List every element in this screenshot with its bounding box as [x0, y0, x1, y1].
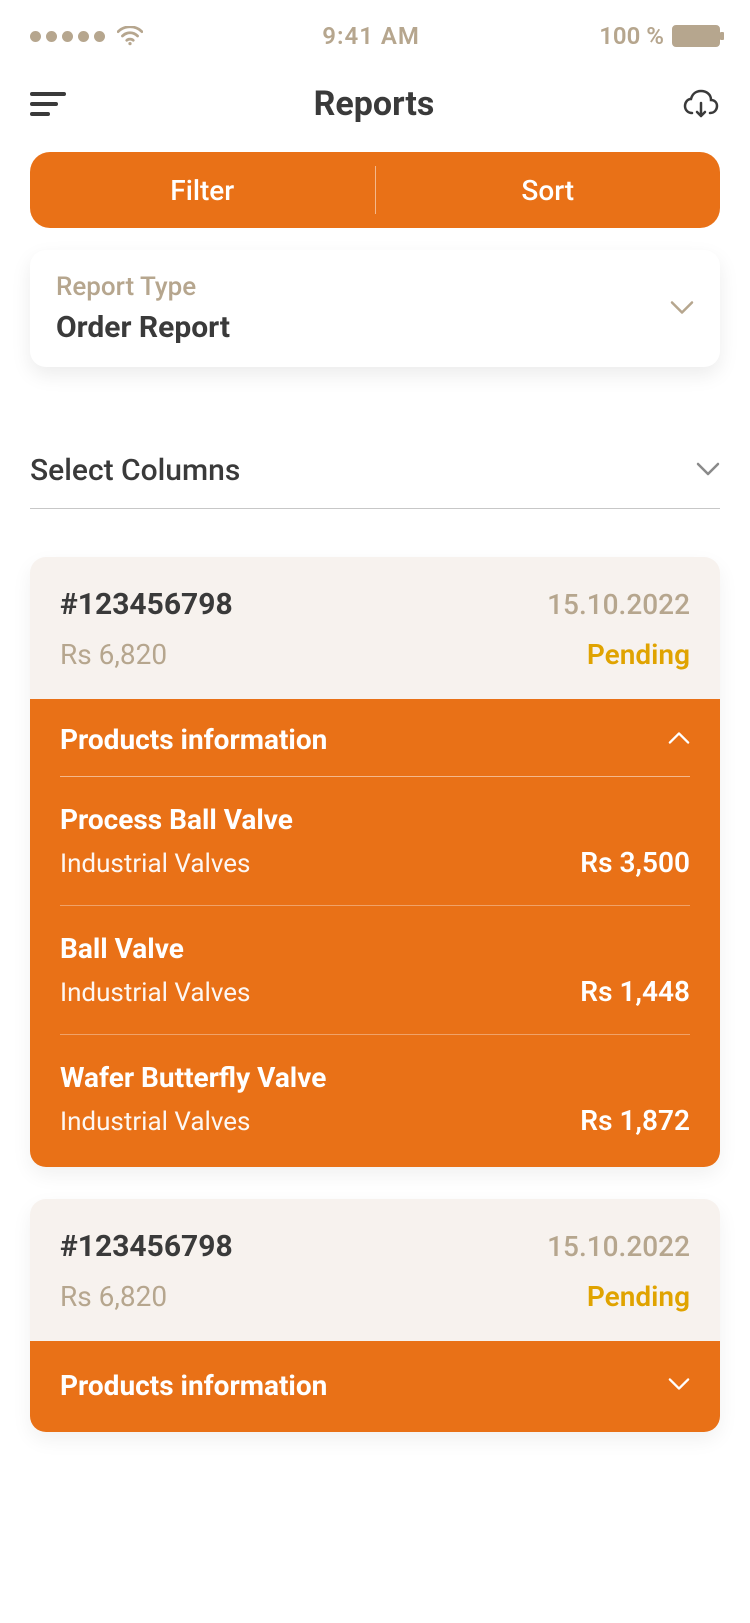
nav-bar: Reports	[0, 64, 750, 152]
order-header[interactable]: #123456798 15.10.2022 Rs 6,820 Pending	[30, 557, 720, 699]
chevron-down-icon	[670, 299, 694, 318]
select-columns-label: Select Columns	[30, 453, 240, 488]
menu-button[interactable]	[30, 92, 66, 116]
product-row: Process Ball Valve Industrial Valves Rs 3,…	[60, 777, 690, 906]
order-card: #123456798 15.10.2022 Rs 6,820 Pending Produ…	[30, 1199, 720, 1432]
chevron-down-icon	[696, 461, 720, 480]
product-price: Rs 3,500	[580, 846, 690, 879]
product-name: Process Ball Valve	[60, 803, 690, 836]
products-section: Products information Process Ball Valve In…	[30, 699, 720, 1167]
sort-button[interactable]: Sort	[376, 152, 721, 228]
order-amount: Rs 6,820	[60, 1280, 167, 1313]
wifi-icon	[117, 26, 143, 46]
page-title: Reports	[66, 84, 682, 124]
order-id: #123456798	[60, 587, 233, 622]
status-bar-right: 100 %	[599, 22, 720, 50]
status-bar-left	[30, 26, 143, 46]
product-price: Rs 1,872	[580, 1104, 690, 1137]
select-columns-dropdown[interactable]: Select Columns	[30, 453, 720, 509]
order-id: #123456798	[60, 1229, 233, 1264]
battery-icon	[672, 25, 720, 47]
order-status: Pending	[587, 638, 690, 671]
order-amount: Rs 6,820	[60, 638, 167, 671]
order-date: 15.10.2022	[547, 1230, 690, 1263]
products-toggle[interactable]: Products information	[60, 723, 690, 777]
signal-dots-icon	[30, 31, 105, 42]
product-row: Wafer Butterfly Valve Industrial Valves Rs…	[60, 1035, 690, 1167]
chevron-down-icon	[668, 1376, 690, 1395]
products-title: Products information	[60, 723, 327, 756]
report-type-label: Report Type	[56, 272, 694, 302]
cloud-download-icon	[683, 89, 719, 119]
order-status: Pending	[587, 1280, 690, 1313]
order-header[interactable]: #123456798 15.10.2022 Rs 6,820 Pending	[30, 1199, 720, 1341]
product-category: Industrial Valves	[60, 978, 250, 1008]
product-row: Ball Valve Industrial Valves Rs 1,448	[60, 906, 690, 1035]
order-date: 15.10.2022	[547, 588, 690, 621]
product-name: Ball Valve	[60, 932, 690, 965]
chevron-up-icon	[668, 730, 690, 749]
battery-text: 100 %	[599, 22, 664, 50]
report-type-dropdown[interactable]: Report Type Order Report	[30, 250, 720, 367]
report-type-value: Order Report	[56, 310, 694, 345]
products-toggle[interactable]: Products information	[30, 1341, 720, 1432]
orders-list: #123456798 15.10.2022 Rs 6,820 Pending Produ…	[30, 557, 720, 1432]
filter-button[interactable]: Filter	[30, 152, 375, 228]
download-button[interactable]	[682, 85, 720, 123]
status-bar-time: 9:41 AM	[143, 22, 599, 50]
product-name: Wafer Butterfly Valve	[60, 1061, 690, 1094]
product-category: Industrial Valves	[60, 849, 250, 879]
products-title: Products information	[60, 1369, 327, 1402]
product-category: Industrial Valves	[60, 1107, 250, 1137]
order-card: #123456798 15.10.2022 Rs 6,820 Pending Produ…	[30, 557, 720, 1167]
status-bar: 9:41 AM 100 %	[0, 0, 750, 64]
product-price: Rs 1,448	[580, 975, 690, 1008]
filter-sort-bar: Filter Sort	[30, 152, 720, 228]
